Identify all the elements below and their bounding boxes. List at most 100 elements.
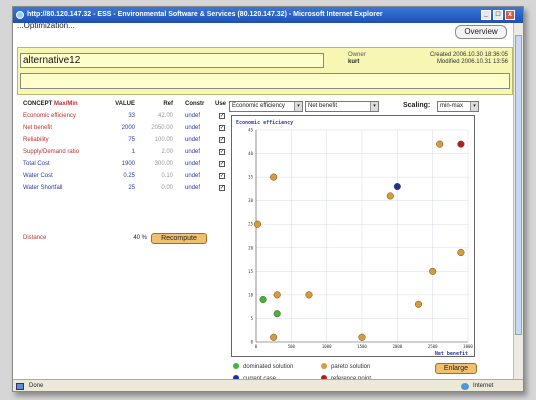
chevron-down-icon: ▾: [470, 102, 478, 111]
vertical-scrollbar[interactable]: [513, 23, 523, 379]
chart-plot: Economic efficiency 0 5 10 15 20 25 30 35 40 45 0 50…: [236, 120, 473, 357]
header-use: Use: [215, 101, 227, 107]
scatter-chart: Economic efficiency 0 5 10 15 20 25 30 35 40 45 0 50…: [231, 115, 475, 357]
concept-constr[interactable]: undef: [185, 137, 200, 143]
enlarge-button[interactable]: Enlarge: [435, 363, 477, 374]
use-checkbox[interactable]: ✓: [219, 125, 225, 131]
concept-name[interactable]: Reliability: [23, 137, 49, 143]
table-row: Water Cost 0.25 0.10 undef ✓: [23, 173, 233, 183]
table-row: Reliability 75 100.00 undef ✓: [23, 137, 233, 147]
alternative-name-field[interactable]: alternative12: [20, 53, 324, 68]
recompute-button[interactable]: Recompute: [151, 233, 207, 244]
table-row: Supply/Demand ratio 1 2.00 undef ✓: [23, 149, 233, 159]
header-value: VALUE: [115, 101, 135, 107]
window-title: http://80.120.147.32 - ESS - Environment…: [27, 11, 383, 18]
concept-ref: 2.00: [161, 149, 173, 155]
concept-value[interactable]: 75: [115, 137, 135, 143]
chart-title: Economic efficiency: [236, 120, 293, 126]
data-point: [414, 300, 423, 308]
concept-ref: 2050.00: [151, 125, 173, 131]
table-row: Total Cost 1900 300.00 undef ✓: [23, 161, 233, 171]
concept-constr[interactable]: undef: [185, 149, 200, 155]
data-point: [457, 140, 465, 148]
y-tick-label: 10: [248, 292, 253, 297]
use-checkbox[interactable]: ✓: [219, 173, 225, 179]
data-point: [259, 296, 267, 304]
data-point: [270, 173, 278, 181]
x-tick-label: 2000: [393, 344, 403, 349]
data-point: [386, 192, 394, 200]
legend-dominated: dominated solution: [233, 363, 293, 370]
alternative-header: alternative12 Owner kurt Created 2006.10…: [17, 47, 513, 95]
concept-constr[interactable]: undef: [185, 125, 200, 131]
distance-value: 40 %: [133, 235, 147, 241]
y-axis-select[interactable]: Economic efficiency ▾: [229, 101, 303, 112]
concept-value[interactable]: 1: [115, 149, 135, 155]
concept-name[interactable]: Total Cost: [23, 161, 50, 167]
window-titlebar: http://80.120.147.32 - ESS - Environment…: [13, 7, 523, 23]
concept-constr[interactable]: undef: [185, 161, 200, 167]
header-ref: Ref: [163, 101, 173, 107]
y-tick-label: 45: [248, 128, 253, 133]
description-field[interactable]: [20, 73, 510, 89]
chart-controls: Economic efficiency ▾ Net benefit ▾ Scal…: [229, 101, 513, 113]
scrollbar-thumb[interactable]: [515, 35, 522, 335]
concept-value[interactable]: 1900: [115, 161, 135, 167]
concept-name[interactable]: Supply/Demand ratio: [23, 149, 79, 155]
concept-constr[interactable]: undef: [185, 185, 200, 191]
concept-name[interactable]: Water Cost: [23, 173, 53, 179]
x-axis-label: Net benefit: [435, 351, 468, 357]
header-concept: CONCEPT Max/Min: [23, 101, 78, 107]
concept-value[interactable]: 2000: [115, 125, 135, 131]
use-checkbox[interactable]: ✓: [219, 113, 225, 119]
distance-label: Distance: [23, 235, 47, 241]
header-constr: Constr: [185, 101, 205, 107]
globe-icon: [461, 383, 469, 390]
concept-value[interactable]: 0.25: [115, 173, 135, 179]
concept-constr[interactable]: undef: [185, 113, 200, 119]
owner-label: Owner: [348, 52, 366, 58]
x-axis-select[interactable]: Net benefit ▾: [305, 101, 379, 112]
use-checkbox[interactable]: ✓: [219, 185, 225, 191]
data-point: [270, 333, 278, 341]
use-checkbox[interactable]: ✓: [219, 161, 225, 167]
data-point: [253, 220, 261, 228]
table-row: Water Shortfall 25 0.00 undef ✓: [23, 185, 233, 195]
page-content: ...Optimization... Overview alternative1…: [13, 23, 513, 382]
x-tick-label: 2500: [428, 344, 438, 349]
y-tick-label: 30: [248, 198, 253, 203]
concept-name[interactable]: Economic efficiency: [23, 113, 76, 119]
concept-value[interactable]: 25: [115, 185, 135, 191]
data-point: [305, 291, 313, 299]
legend-dominated-label: dominated solution: [243, 364, 294, 370]
y-axis-select-value: Economic efficiency: [232, 103, 285, 109]
minimize-button[interactable]: _: [481, 10, 491, 20]
data-point: [358, 333, 366, 341]
concept-name[interactable]: Water Shortfall: [23, 185, 62, 191]
data-point: [393, 182, 401, 191]
y-tick-label: 5: [251, 316, 254, 321]
y-tick-label: 20: [248, 245, 253, 250]
data-point: [436, 140, 444, 148]
maximize-button[interactable]: □: [493, 10, 503, 20]
page-title: ...Optimization...: [17, 23, 75, 30]
overview-button[interactable]: Overview: [455, 25, 507, 39]
status-bar: Done Internet: [13, 379, 523, 391]
concept-value[interactable]: 33: [115, 113, 135, 119]
concept-ref: 100.00: [154, 137, 173, 143]
concept-constr[interactable]: undef: [185, 173, 200, 179]
y-tick-label: 40: [248, 151, 253, 156]
close-button[interactable]: x: [505, 10, 515, 20]
x-tick-label: 3000: [463, 344, 473, 349]
x-tick-label: 1500: [357, 344, 367, 349]
data-point: [429, 267, 437, 275]
created-timestamp: Created 2006.10.30 18:36:05: [429, 52, 508, 58]
concept-name[interactable]: Net benefit: [23, 125, 52, 131]
scaling-select[interactable]: min-max ▾: [437, 101, 479, 112]
owner-value: kurt: [348, 59, 360, 65]
y-tick-label: 0: [251, 340, 254, 345]
use-checkbox[interactable]: ✓: [219, 137, 225, 143]
table-row: Net benefit 2000 2050.00 undef ✓: [23, 125, 233, 135]
y-tick-label: 15: [248, 269, 253, 274]
use-checkbox[interactable]: ✓: [219, 149, 225, 155]
